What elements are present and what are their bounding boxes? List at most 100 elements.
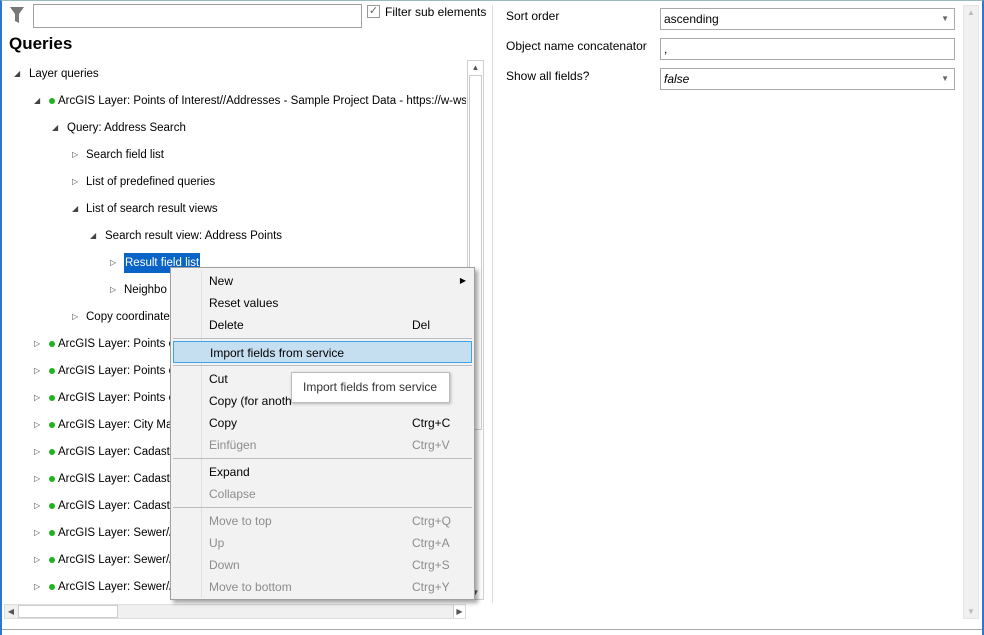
triangle-expanded-icon[interactable]: ◢ [34,91,40,111]
scroll-down-icon[interactable]: ▼ [964,605,978,618]
property-dropdown[interactable]: false ▼ [660,68,955,90]
menu-item-collapse[interactable]: Collapse [173,483,472,505]
triangle-collapsed-icon[interactable]: ▷ [34,523,40,543]
menu-item-label: Copy [209,412,237,434]
tree-item-label: ArcGIS Layer: Sewer//F [58,577,179,597]
tree-item-label: ArcGIS Layer: Cadaster [58,469,180,489]
property-value: , [664,42,667,56]
menu-item-label: Copy (for anoth [209,390,292,412]
green-dot-icon [49,503,55,509]
menu-item-label: Import fields from service [210,342,344,364]
submenu-arrow-icon: ▶ [460,270,466,292]
green-dot-icon [49,584,55,590]
filter-input[interactable] [33,4,362,28]
green-dot-icon [49,449,55,455]
tree-item[interactable]: ▷Search field list [0,145,466,165]
property-dropdown[interactable]: ascending ▼ [660,8,955,30]
tree-item-label: ArcGIS Layer: Sewer//F [58,523,179,543]
triangle-collapsed-icon[interactable]: ▷ [34,361,40,381]
triangle-collapsed-icon[interactable]: ▷ [34,388,40,408]
triangle-collapsed-icon[interactable]: ▷ [72,307,78,327]
green-dot-icon [49,395,55,401]
triangle-collapsed-icon[interactable]: ▷ [34,442,40,462]
triangle-collapsed-icon[interactable]: ▷ [72,145,78,165]
tooltip: Import fields from service [291,372,450,403]
property-value: ascending [664,12,719,26]
tree-item-label: List of search result views [86,199,218,219]
scroll-thumb[interactable] [18,605,118,618]
triangle-expanded-icon[interactable]: ◢ [14,64,20,84]
menu-item-label: Einfügen [209,434,256,456]
filter-sub-elements-checkbox[interactable]: ✓ [367,5,380,18]
menu-item-label: Collapse [209,483,256,505]
tree-item[interactable]: ◢ Search result view: Address Points [0,226,466,246]
green-dot-icon [49,422,55,428]
menu-item-label: Expand [209,461,250,483]
menu-item-shortcut: Ctrg+C [412,412,450,434]
filter-sub-elements-label: Filter sub elements [385,5,486,19]
menu-item-shortcut: Ctrg+Y [412,576,450,598]
property-value: false [664,72,689,86]
menu-item-expand[interactable]: Expand [173,461,472,483]
tree-item-label: Search result view: Address Points [105,226,282,246]
menu-item-import-fields-from-service[interactable]: Import fields from service [173,341,472,363]
menu-item-shortcut: Ctrg+A [412,532,450,554]
menu-item-einf-gen[interactable]: EinfügenCtrg+V [173,434,472,456]
green-dot-icon [49,341,55,347]
menu-item-down[interactable]: DownCtrg+S [173,554,472,576]
menu-item-copy[interactable]: Copy Ctrg+C [173,412,472,434]
tree-item[interactable]: ◢Query: Address Search [0,118,466,138]
property-label: Object name concatenator [506,39,647,53]
tree-item-label: List of predefined queries [86,172,215,192]
triangle-collapsed-icon[interactable]: ▷ [34,577,40,597]
panel-divider[interactable] [492,5,493,603]
triangle-expanded-icon[interactable]: ◢ [52,118,58,138]
scroll-left-icon[interactable]: ◀ [5,605,17,618]
menu-item-delete[interactable]: DeleteDel [173,314,472,336]
triangle-collapsed-icon[interactable]: ▷ [72,172,78,192]
property-label: Sort order [506,9,559,23]
menu-separator [173,458,472,459]
property-label: Show all fields? [506,69,589,83]
triangle-expanded-icon[interactable]: ◢ [72,199,78,219]
menu-item-move-to-top[interactable]: Move to topCtrg+Q [173,510,472,532]
menu-item-reset-values[interactable]: Reset values [173,292,472,314]
menu-item-move-to-bottom[interactable]: Move to bottomCtrg+Y [173,576,472,598]
tree-item[interactable]: ◢ArcGIS Layer: Points of Interest//Addre… [0,91,466,111]
tree-item-label: ArcGIS Layer: City Map [58,415,179,435]
chevron-down-icon[interactable]: ▼ [941,9,949,29]
tree-item[interactable]: ▷ List of predefined queries [0,172,466,192]
bottom-divider [2,629,982,630]
green-dot-icon [49,98,55,104]
filter-icon[interactable] [9,6,25,24]
triangle-collapsed-icon[interactable]: ▷ [34,415,40,435]
property-scrollbar[interactable]: ▲ ▼ [963,5,979,619]
tree-item-label: ArcGIS Layer: Sewer//F [58,550,179,570]
triangle-collapsed-icon[interactable]: ▷ [110,280,116,300]
tree-item[interactable]: ◢ List of search result views [0,199,466,219]
green-dot-icon [49,476,55,482]
scroll-up-icon[interactable]: ▲ [468,61,483,74]
menu-item-shortcut: Ctrg+Q [412,510,451,532]
tree-item-label: Copy coordinate [86,307,170,327]
scroll-up-icon[interactable]: ▲ [964,6,978,19]
menu-separator [173,338,472,339]
tree-item[interactable]: ◢Layer queries [0,64,466,84]
menu-item-new[interactable]: New▶ [173,270,472,292]
triangle-collapsed-icon[interactable]: ▷ [34,469,40,489]
tree-horizontal-scrollbar[interactable]: ◀ ▶ [4,604,466,619]
scroll-right-icon[interactable]: ▶ [453,605,465,618]
triangle-collapsed-icon[interactable]: ▷ [110,253,116,273]
menu-item-label: Reset values [209,292,278,314]
triangle-expanded-icon[interactable]: ◢ [90,226,96,246]
property-input[interactable]: , [660,38,955,60]
triangle-collapsed-icon[interactable]: ▷ [34,334,40,354]
green-dot-icon [49,530,55,536]
context-menu: New▶Reset valuesDeleteDel Import fields f… [170,267,475,600]
chevron-down-icon[interactable]: ▼ [941,69,949,89]
menu-item-label: Delete [209,314,244,336]
menu-item-up[interactable]: UpCtrg+A [173,532,472,554]
menu-separator [173,365,472,366]
triangle-collapsed-icon[interactable]: ▷ [34,550,40,570]
triangle-collapsed-icon[interactable]: ▷ [34,496,40,516]
